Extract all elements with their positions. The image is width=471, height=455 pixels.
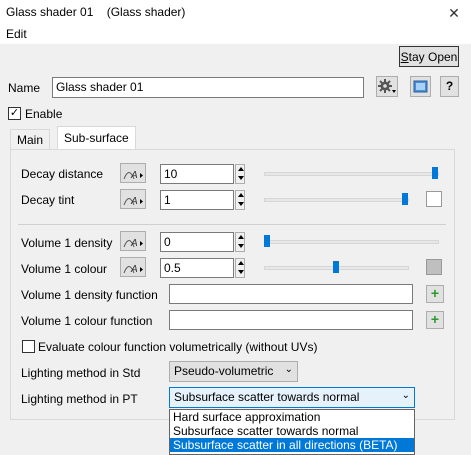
function-icon: A bbox=[123, 238, 143, 249]
gear-icon bbox=[378, 79, 396, 93]
dropdown-option-selected[interactable]: Subsurface scatter in all directions (BE… bbox=[170, 438, 414, 452]
decay-tint-slider-track[interactable] bbox=[264, 198, 409, 202]
volume1-colour-slider-thumb[interactable] bbox=[333, 261, 339, 273]
spin-down-icon[interactable] bbox=[236, 200, 244, 209]
decay-tint-spinner[interactable] bbox=[235, 190, 245, 210]
decay-tint-slider-thumb[interactable] bbox=[402, 193, 408, 205]
volume1-colour-input[interactable]: 0.5 bbox=[160, 258, 234, 278]
svg-text:A: A bbox=[130, 170, 138, 181]
lighting-pt-label: Lighting method in PT bbox=[21, 392, 138, 406]
volume1-density-function-input[interactable] bbox=[169, 284, 413, 304]
name-input[interactable]: Glass shader 01 bbox=[52, 77, 364, 98]
stay-open-label: tay Open bbox=[408, 49, 458, 64]
svg-text:A: A bbox=[130, 264, 138, 275]
enable-checkbox[interactable]: ✓ bbox=[8, 107, 21, 120]
decay-distance-label: Decay distance bbox=[21, 167, 104, 181]
volume1-colour-spinner[interactable] bbox=[235, 258, 245, 278]
dropdown-option[interactable]: Subsurface scatter towards normal bbox=[170, 424, 414, 438]
dropdown-option[interactable]: Hard surface approximation bbox=[170, 410, 414, 424]
tab-sub-surface[interactable]: Sub-surface bbox=[57, 126, 136, 150]
volume1-density-slider-thumb[interactable] bbox=[264, 235, 270, 247]
decay-distance-slider-track[interactable] bbox=[264, 172, 439, 176]
spin-up-icon[interactable] bbox=[236, 165, 244, 174]
decay-tint-color-swatch[interactable] bbox=[426, 191, 442, 207]
evaluate-volumetric-label: Evaluate colour function volumetrically … bbox=[38, 340, 318, 354]
image-preview-icon bbox=[413, 80, 428, 93]
help-button[interactable]: ? bbox=[440, 76, 459, 97]
spin-down-icon[interactable] bbox=[236, 242, 244, 251]
decay-distance-fn-button[interactable]: A bbox=[120, 163, 146, 183]
spin-up-icon[interactable] bbox=[236, 191, 244, 200]
lighting-pt-value: Subsurface scatter towards normal bbox=[174, 390, 360, 404]
volume1-colour-function-input[interactable] bbox=[169, 310, 413, 330]
volume1-density-input[interactable]: 0 bbox=[160, 232, 234, 252]
volume1-density-label: Volume 1 density bbox=[21, 236, 113, 250]
stay-open-mnemonic: S bbox=[400, 49, 409, 64]
tab-main[interactable]: Main bbox=[10, 129, 51, 150]
menu-edit[interactable]: Edit bbox=[6, 27, 27, 41]
plus-icon: + bbox=[430, 285, 440, 301]
volume1-colour-label: Volume 1 colour bbox=[21, 262, 108, 276]
divider bbox=[18, 224, 446, 225]
spin-up-icon[interactable] bbox=[236, 233, 244, 242]
window-title: Glass shader 01 (Glass shader) bbox=[6, 5, 186, 19]
lighting-std-value: Pseudo-volumetric bbox=[174, 364, 274, 378]
plus-icon: + bbox=[430, 311, 440, 327]
evaluate-volumetric-checkbox[interactable] bbox=[22, 340, 35, 353]
svg-text:A: A bbox=[130, 196, 138, 207]
add-density-function-button[interactable]: + bbox=[426, 285, 444, 303]
title-bar: Glass shader 01 (Glass shader) ✕ bbox=[0, 0, 471, 26]
stay-open-button[interactable]: Stay Open bbox=[399, 46, 459, 67]
decay-tint-input[interactable]: 1 bbox=[160, 190, 234, 210]
function-icon: A bbox=[123, 196, 143, 207]
function-icon: A bbox=[123, 170, 143, 181]
volume1-colour-fn-button[interactable]: A bbox=[120, 257, 146, 277]
lighting-std-label: Lighting method in Std bbox=[21, 366, 141, 380]
volume1-density-function-label: Volume 1 density function bbox=[21, 288, 158, 302]
lighting-std-select[interactable]: Pseudo-volumetric ⌄ bbox=[169, 361, 298, 382]
spin-up-icon[interactable] bbox=[236, 259, 244, 268]
chevron-down-icon: ⌄ bbox=[401, 390, 410, 401]
volume1-density-spinner[interactable] bbox=[235, 232, 245, 252]
preview-button[interactable] bbox=[410, 76, 431, 97]
help-icon: ? bbox=[445, 79, 454, 93]
volume1-colour-function-label: Volume 1 colour function bbox=[21, 314, 153, 328]
svg-text:A: A bbox=[130, 238, 138, 249]
settings-menu-button[interactable] bbox=[376, 76, 398, 97]
add-colour-function-button[interactable]: + bbox=[426, 311, 444, 329]
spin-down-icon[interactable] bbox=[236, 174, 244, 183]
spin-down-icon[interactable] bbox=[236, 268, 244, 277]
decay-distance-spinner[interactable] bbox=[235, 164, 245, 184]
decay-distance-slider-thumb[interactable] bbox=[432, 167, 438, 179]
enable-label: Enable bbox=[25, 107, 63, 121]
lighting-pt-dropdown-list: Hard surface approximation Subsurface sc… bbox=[169, 409, 415, 455]
decay-tint-label: Decay tint bbox=[21, 193, 75, 207]
menu-bar: Edit bbox=[0, 26, 471, 44]
close-icon[interactable]: ✕ bbox=[440, 2, 468, 24]
decay-tint-fn-button[interactable]: A bbox=[120, 189, 146, 209]
volume1-colour-swatch[interactable] bbox=[426, 259, 442, 275]
volume1-density-fn-button[interactable]: A bbox=[120, 231, 146, 251]
lighting-pt-select[interactable]: Subsurface scatter towards normal ⌄ bbox=[169, 387, 415, 408]
chevron-down-icon: ⌄ bbox=[284, 364, 293, 375]
function-icon: A bbox=[123, 264, 143, 275]
decay-distance-input[interactable]: 10 bbox=[160, 164, 234, 184]
name-label: Name bbox=[8, 81, 41, 95]
volume1-density-slider-track[interactable] bbox=[264, 240, 439, 244]
